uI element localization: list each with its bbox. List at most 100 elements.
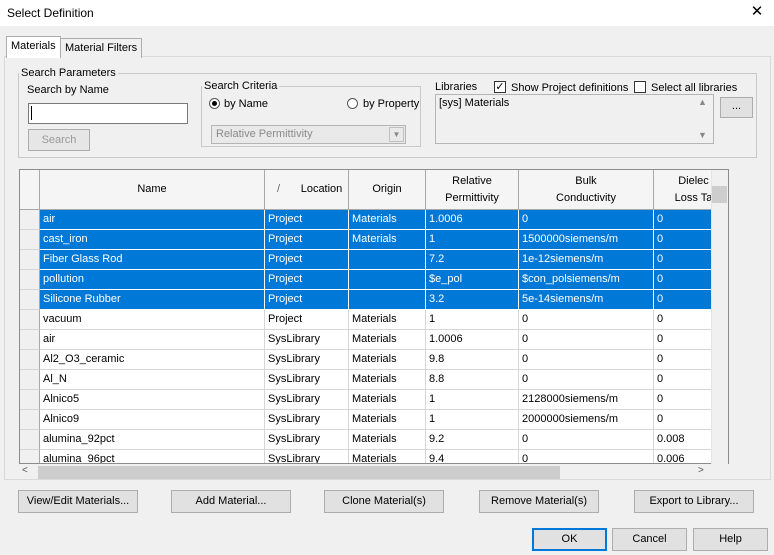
- table-row[interactable]: Fiber Glass Rod Project 7.2 1e-12siemens/m 0: [20, 250, 728, 270]
- clone-materials-button[interactable]: Clone Material(s): [324, 490, 444, 513]
- cancel-button[interactable]: Cancel: [612, 528, 687, 551]
- table-cell-name[interactable]: Al2_O3_ceramic: [40, 350, 265, 370]
- row-header[interactable]: [20, 230, 40, 250]
- chevron-down-icon[interactable]: ▼: [698, 130, 707, 140]
- table-cell-perm[interactable]: 1: [426, 230, 519, 250]
- table-cell-perm[interactable]: 9.2: [426, 430, 519, 450]
- table-cell-origin[interactable]: Materials: [349, 370, 426, 390]
- table-row[interactable]: alumina_92pct SysLibrary Materials 9.2 0 0.00…: [20, 430, 728, 450]
- vertical-scrollbar-thumb[interactable]: [712, 186, 727, 203]
- table-cell-origin[interactable]: Materials: [349, 210, 426, 230]
- table-row[interactable]: cast_iron Project Materials 1 1500000siemens…: [20, 230, 728, 250]
- table-cell-perm[interactable]: 8.8: [426, 370, 519, 390]
- libraries-list[interactable]: [sys] Materials: [435, 94, 714, 144]
- table-cell-cond[interactable]: 0: [519, 330, 654, 350]
- row-header[interactable]: [20, 250, 40, 270]
- table-cell-origin[interactable]: Materials: [349, 310, 426, 330]
- by-property-radio[interactable]: [347, 98, 358, 109]
- table-cell-location[interactable]: Project: [265, 250, 349, 270]
- table-cell-location[interactable]: Project: [265, 270, 349, 290]
- row-header[interactable]: [20, 210, 40, 230]
- table-row[interactable]: pollution Project $e_pol $con_polsiemens/m 0: [20, 270, 728, 290]
- close-icon[interactable]: ✕: [744, 2, 770, 24]
- table-row[interactable]: alumina_96pct SysLibrary Materials 9.4 0 0.00…: [20, 450, 728, 463]
- table-cell-location[interactable]: SysLibrary: [265, 330, 349, 350]
- table-cell-location[interactable]: SysLibrary: [265, 370, 349, 390]
- horizontal-scrollbar-thumb[interactable]: [38, 466, 560, 479]
- table-cell-origin[interactable]: [349, 270, 426, 290]
- table-row[interactable]: Alnico9 SysLibrary Materials 1 2000000siemen…: [20, 410, 728, 430]
- table-cell-location[interactable]: Project: [265, 290, 349, 310]
- table-cell-cond[interactable]: 0: [519, 430, 654, 450]
- table-cell-location[interactable]: Project: [265, 230, 349, 250]
- column-header-origin[interactable]: Origin: [349, 170, 426, 210]
- help-button[interactable]: Help: [693, 528, 768, 551]
- table-cell-cond[interactable]: 0: [519, 210, 654, 230]
- table-cell-cond[interactable]: 0: [519, 370, 654, 390]
- table-cell-cond[interactable]: $con_polsiemens/m: [519, 270, 654, 290]
- by-name-radio[interactable]: [209, 98, 220, 109]
- chevron-up-icon[interactable]: ▲: [698, 97, 707, 107]
- column-header-perm[interactable]: Relative Permittivity: [426, 170, 519, 210]
- table-cell-location[interactable]: Project: [265, 310, 349, 330]
- show-project-definitions-checkbox[interactable]: ✓: [494, 81, 506, 93]
- chevron-right-icon[interactable]: >: [698, 465, 704, 476]
- search-name-input[interactable]: [28, 103, 188, 124]
- table-cell-location[interactable]: SysLibrary: [265, 450, 349, 463]
- table-cell-location[interactable]: SysLibrary: [265, 350, 349, 370]
- table-cell-perm[interactable]: 1: [426, 410, 519, 430]
- table-cell-location[interactable]: SysLibrary: [265, 430, 349, 450]
- column-header-cond[interactable]: Bulk Conductivity: [519, 170, 654, 210]
- row-header[interactable]: [20, 350, 40, 370]
- table-cell-origin[interactable]: Materials: [349, 450, 426, 463]
- table-cell-perm[interactable]: 1: [426, 310, 519, 330]
- table-row[interactable]: Al_N SysLibrary Materials 8.8 0 0: [20, 370, 728, 390]
- chevron-down-icon[interactable]: ▼: [389, 127, 404, 142]
- export-to-library-button[interactable]: Export to Library...: [634, 490, 754, 513]
- view-edit-materials-button[interactable]: View/Edit Materials...: [18, 490, 138, 513]
- table-row[interactable]: Silicone Rubber Project 3.2 5e-14siemens/m 0: [20, 290, 728, 310]
- table-cell-origin[interactable]: Materials: [349, 230, 426, 250]
- table-cell-name[interactable]: alumina_92pct: [40, 430, 265, 450]
- column-header-location[interactable]: / Location: [265, 170, 349, 210]
- row-header[interactable]: [20, 310, 40, 330]
- table-cell-name[interactable]: pollution: [40, 270, 265, 290]
- table-cell-name[interactable]: air: [40, 210, 265, 230]
- row-header[interactable]: [20, 430, 40, 450]
- row-header[interactable]: [20, 450, 40, 463]
- table-cell-perm[interactable]: 1: [426, 390, 519, 410]
- select-all-libraries-checkbox[interactable]: [634, 81, 646, 93]
- table-cell-name[interactable]: air: [40, 330, 265, 350]
- table-cell-origin[interactable]: Materials: [349, 410, 426, 430]
- table-cell-perm[interactable]: 1.0006: [426, 330, 519, 350]
- vertical-scrollbar[interactable]: [711, 170, 728, 464]
- table-cell-cond[interactable]: 2128000siemens/m: [519, 390, 654, 410]
- table-cell-cond[interactable]: 0: [519, 310, 654, 330]
- table-cell-cond[interactable]: 1500000siemens/m: [519, 230, 654, 250]
- tab-materials[interactable]: Materials: [6, 36, 61, 58]
- table-cell-location[interactable]: SysLibrary: [265, 410, 349, 430]
- browse-libraries-button[interactable]: ...: [720, 97, 753, 118]
- table-row[interactable]: vacuum Project Materials 1 0 0: [20, 310, 728, 330]
- table-cell-name[interactable]: vacuum: [40, 310, 265, 330]
- tab-material-filters[interactable]: Material Filters: [60, 38, 143, 58]
- table-cell-cond[interactable]: 1e-12siemens/m: [519, 250, 654, 270]
- table-cell-origin[interactable]: Materials: [349, 350, 426, 370]
- table-row[interactable]: air SysLibrary Materials 1.0006 0 0: [20, 330, 728, 350]
- table-cell-location[interactable]: SysLibrary: [265, 390, 349, 410]
- row-header[interactable]: [20, 370, 40, 390]
- row-header[interactable]: [20, 410, 40, 430]
- materials-table[interactable]: Name / Location Origin Relative Permittivity…: [19, 169, 729, 464]
- table-cell-origin[interactable]: [349, 250, 426, 270]
- table-cell-origin[interactable]: Materials: [349, 330, 426, 350]
- remove-materials-button[interactable]: Remove Material(s): [479, 490, 599, 513]
- table-cell-cond[interactable]: 5e-14siemens/m: [519, 290, 654, 310]
- table-cell-cond[interactable]: 0: [519, 450, 654, 463]
- table-cell-name[interactable]: alumina_96pct: [40, 450, 265, 463]
- ok-button[interactable]: OK: [532, 528, 607, 551]
- table-cell-location[interactable]: Project: [265, 210, 349, 230]
- row-header[interactable]: [20, 290, 40, 310]
- table-cell-name[interactable]: Silicone Rubber: [40, 290, 265, 310]
- table-cell-perm[interactable]: 9.4: [426, 450, 519, 463]
- row-header[interactable]: [20, 270, 40, 290]
